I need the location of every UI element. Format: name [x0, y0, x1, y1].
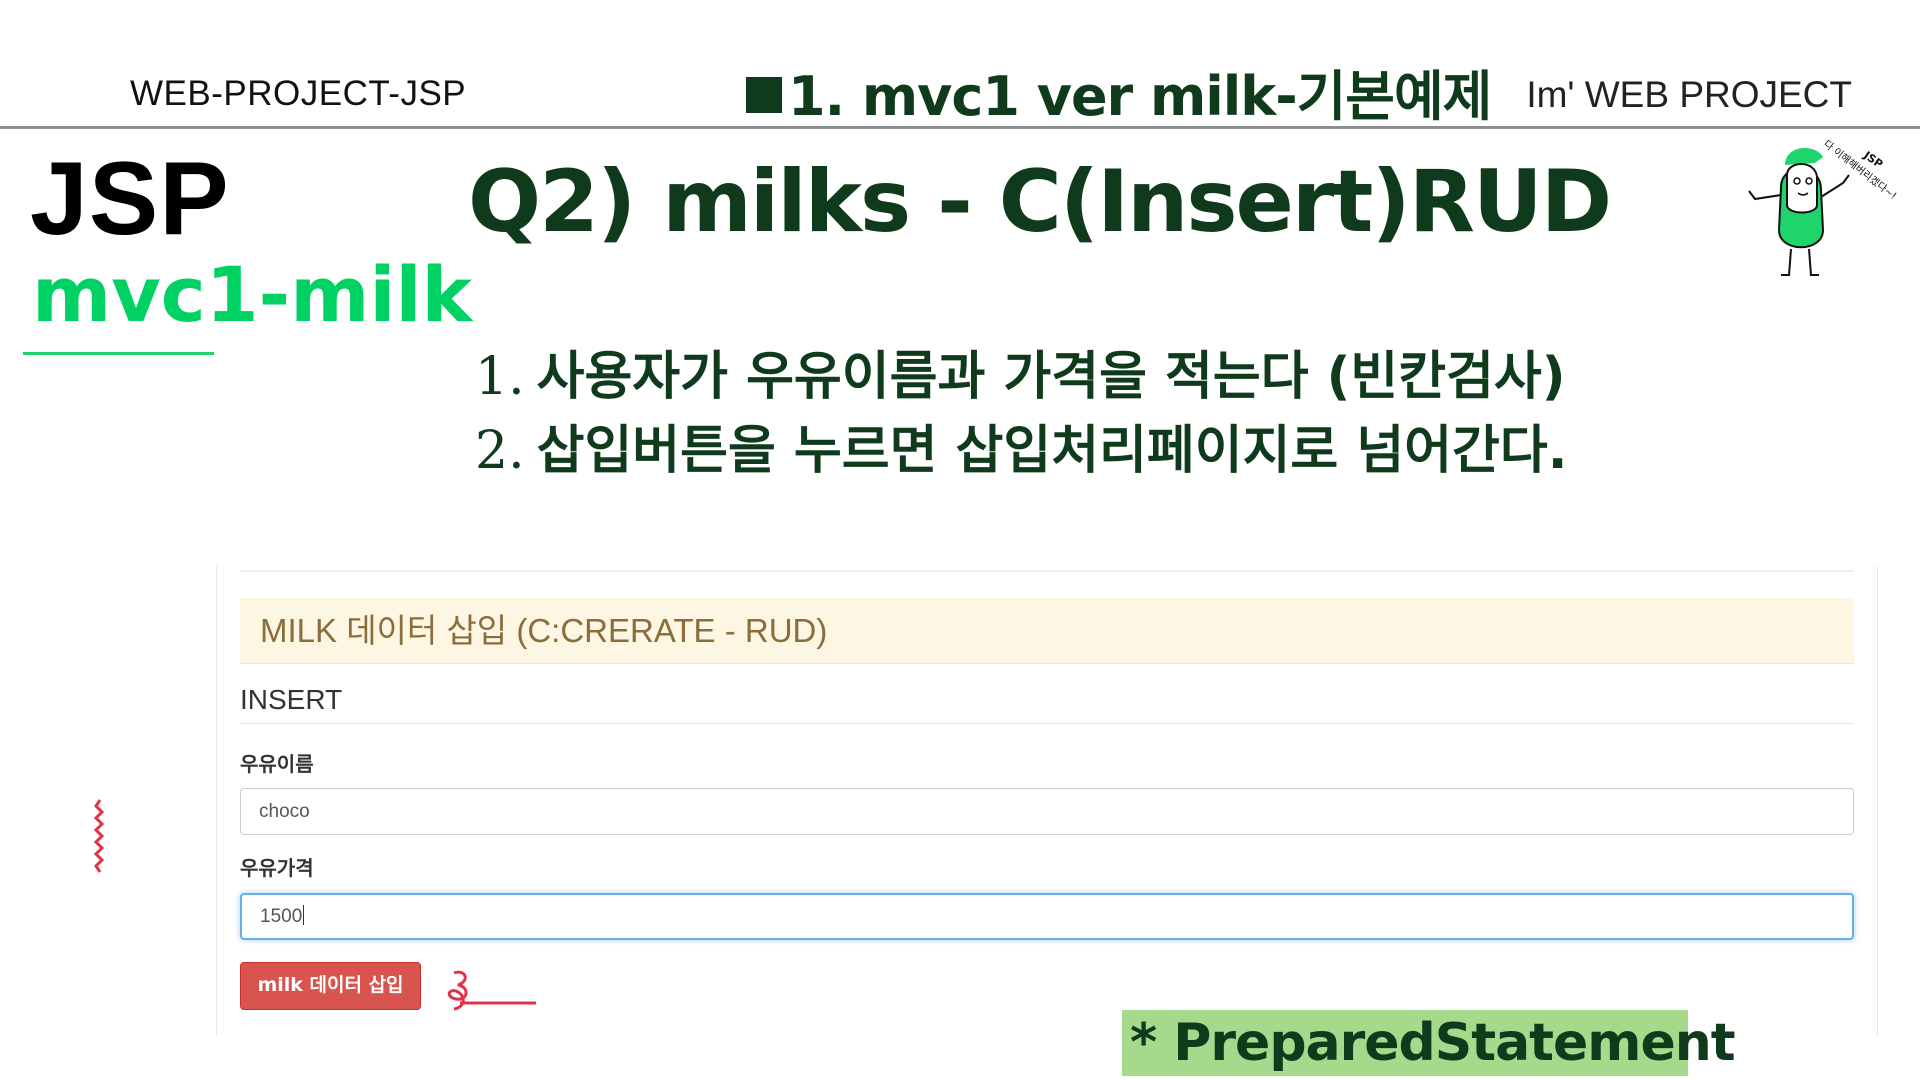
milk-name-input[interactable]: choco	[240, 788, 1854, 835]
step-text: 사용자가 우유이름과 가격을 적는다 (빈칸검사)	[536, 347, 1566, 407]
side-underline	[23, 352, 214, 355]
header-divider	[0, 126, 1920, 129]
prepared-statement-note: * PreparedStatement	[1122, 1010, 1736, 1076]
side-subtitle: mvc1-milk	[32, 250, 473, 339]
side-title: JSP	[30, 141, 230, 257]
header-left-title: WEB-PROJECT-JSP	[130, 74, 467, 113]
step-text: 삽입버튼을 누르면 삽입처리페이지로 넘어간다.	[536, 421, 1568, 481]
mascot-illustration: JSP 다 이해해버리겠다~!	[1745, 135, 1920, 285]
text-cursor	[303, 905, 305, 925]
mascot-arc-text: 다 이해해버리겠다~!	[1821, 137, 1899, 202]
screenshot-top-divider	[240, 570, 1854, 572]
red-scribble-icon	[93, 799, 105, 873]
milk-name-label: 우유이름	[240, 752, 314, 776]
step-number: 2.	[475, 421, 525, 481]
header-right-title: Im' WEB PROJECT	[1526, 74, 1852, 115]
square-bullet-icon	[746, 77, 782, 113]
milk-name-value: choco	[259, 801, 310, 822]
milk-insert-button[interactable]: milk 데이터 삽입	[240, 962, 421, 1010]
milk-price-value: 1500	[260, 906, 303, 927]
question-title: Q2) milks - C(Insert)RUD	[468, 152, 1612, 252]
red-arrow-scribble-icon	[447, 970, 536, 1011]
header-center-text: 1. mvc1 ver milk-기본예제	[788, 65, 1492, 128]
section-divider	[240, 723, 1854, 724]
milk-price-label: 우유가격	[240, 856, 314, 880]
step-number: 1.	[475, 347, 525, 407]
step-item: 1. 사용자가 우유이름과 가격을 적는다 (빈칸검사)	[475, 340, 1568, 414]
milk-price-input[interactable]: 1500	[240, 893, 1854, 940]
step-item: 2. 삽입버튼을 누르면 삽입처리페이지로 넘어간다.	[475, 414, 1568, 488]
mascot-icon: JSP 다 이해해버리겠다~!	[1748, 137, 1899, 276]
header-center-title: 1. mvc1 ver milk-기본예제	[746, 52, 1492, 131]
panel-heading: MILK 데이터 삽입 (C:CRERATE - RUD)	[240, 598, 1854, 664]
section-title: INSERT	[240, 684, 343, 715]
steps-list: 1. 사용자가 우유이름과 가격을 적는다 (빈칸검사) 2. 삽입버튼을 누르면 …	[475, 340, 1568, 488]
